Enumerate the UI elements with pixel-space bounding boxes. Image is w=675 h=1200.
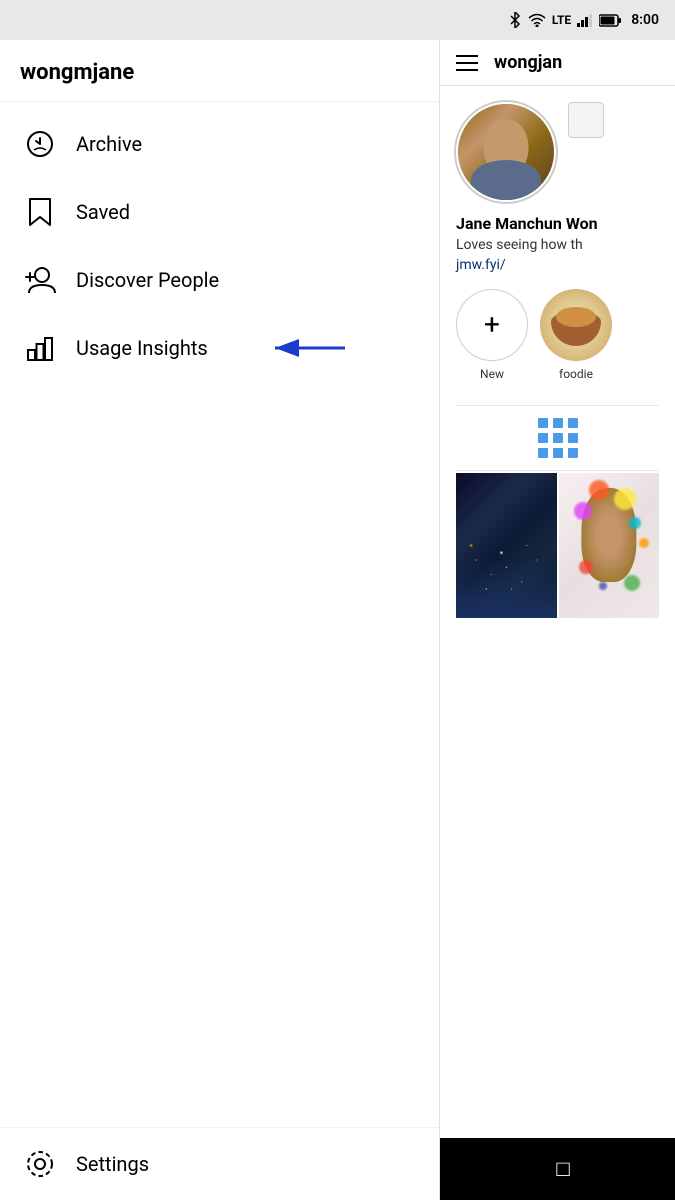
nav-label-archive: Archive (76, 132, 142, 156)
profile-content: Jane Manchun Won Loves seeing how th jmw… (440, 86, 675, 634)
grid-toggle-row[interactable] (456, 405, 659, 471)
story-circle-foodie[interactable] (540, 289, 612, 361)
menu-icon[interactable] (456, 55, 478, 71)
profile-panel: wongjan Jane Manchun Won Loves seeing ho… (440, 40, 675, 1200)
story-label-foodie: foodie (559, 367, 593, 381)
nav-label-discover: Discover People (76, 268, 219, 292)
grid-dot (568, 448, 578, 458)
grid-dot (568, 418, 578, 428)
arrow-annotation (270, 333, 350, 363)
photo-city[interactable] (456, 473, 557, 618)
sidebar-header: wongmjane (0, 40, 439, 102)
profile-bio: Jane Manchun Won Loves seeing how th jmw… (456, 214, 659, 273)
wifi-icon (528, 13, 546, 27)
nav-item-insights[interactable]: Usage Insights (0, 314, 439, 382)
story-label-new: New (480, 367, 504, 381)
lte-label: LTE (552, 13, 571, 27)
profile-header-bar: wongjan (440, 40, 675, 86)
story-small-square (568, 102, 604, 138)
story-item-foodie[interactable]: foodie (540, 289, 612, 381)
grid-dot (538, 418, 548, 428)
photo-face[interactable] (559, 473, 660, 618)
nav-label-saved: Saved (76, 200, 130, 224)
avatar-image (458, 104, 554, 200)
status-icons: LTE 8:00 (508, 12, 659, 28)
main-layout: wongmjane Archive (0, 40, 675, 1200)
profile-desc: Loves seeing how th (456, 237, 659, 253)
profile-top-row (456, 102, 659, 202)
battery-icon (599, 14, 621, 27)
status-time: 8:00 (631, 12, 659, 28)
profile-header-username: wongjan (494, 52, 562, 73)
story-plus-icon: + (484, 311, 500, 339)
photo-grid (456, 473, 659, 618)
foodie-visual (540, 289, 612, 361)
grid-dot (553, 433, 563, 443)
nav-label-insights: Usage Insights (76, 336, 208, 360)
grid-dot (538, 433, 548, 443)
sidebar-footer: Settings (0, 1127, 439, 1200)
grid-dot (553, 418, 563, 428)
settings-label: Settings (76, 1152, 149, 1176)
grid-dot (553, 448, 563, 458)
nav-item-saved[interactable]: Saved (0, 178, 439, 246)
sidebar: wongmjane Archive (0, 40, 440, 1200)
nav-item-archive[interactable]: Archive (0, 110, 439, 178)
bluetooth-icon (508, 12, 522, 28)
grid-dot (538, 448, 548, 458)
avatar (456, 102, 556, 202)
grid-dots-icon (538, 418, 578, 458)
sidebar-username: wongmjane (20, 60, 134, 85)
android-recents-button[interactable]: □ (556, 1156, 569, 1182)
bookmark-icon (24, 196, 56, 228)
grid-dot (568, 433, 578, 443)
city-lights-overlay (456, 473, 557, 618)
archive-icon (24, 128, 56, 160)
profile-name: Jane Manchun Won (456, 214, 659, 233)
status-bar: LTE 8:00 (0, 0, 675, 40)
gear-icon (24, 1148, 56, 1180)
profile-link[interactable]: jmw.fyi/ (456, 257, 659, 273)
sidebar-nav: Archive Saved (0, 102, 439, 1127)
paint-splatters (559, 473, 660, 618)
story-circle-new[interactable]: + (456, 289, 528, 361)
stories-row: + New foodie (456, 289, 659, 389)
nav-item-discover[interactable]: Discover People (0, 246, 439, 314)
settings-item[interactable]: Settings (24, 1148, 415, 1180)
signal-icon (577, 13, 593, 27)
story-item-new[interactable]: + New (456, 289, 528, 381)
avatar-container (456, 102, 556, 202)
add-person-icon (24, 264, 56, 296)
bar-chart-icon (24, 332, 56, 364)
